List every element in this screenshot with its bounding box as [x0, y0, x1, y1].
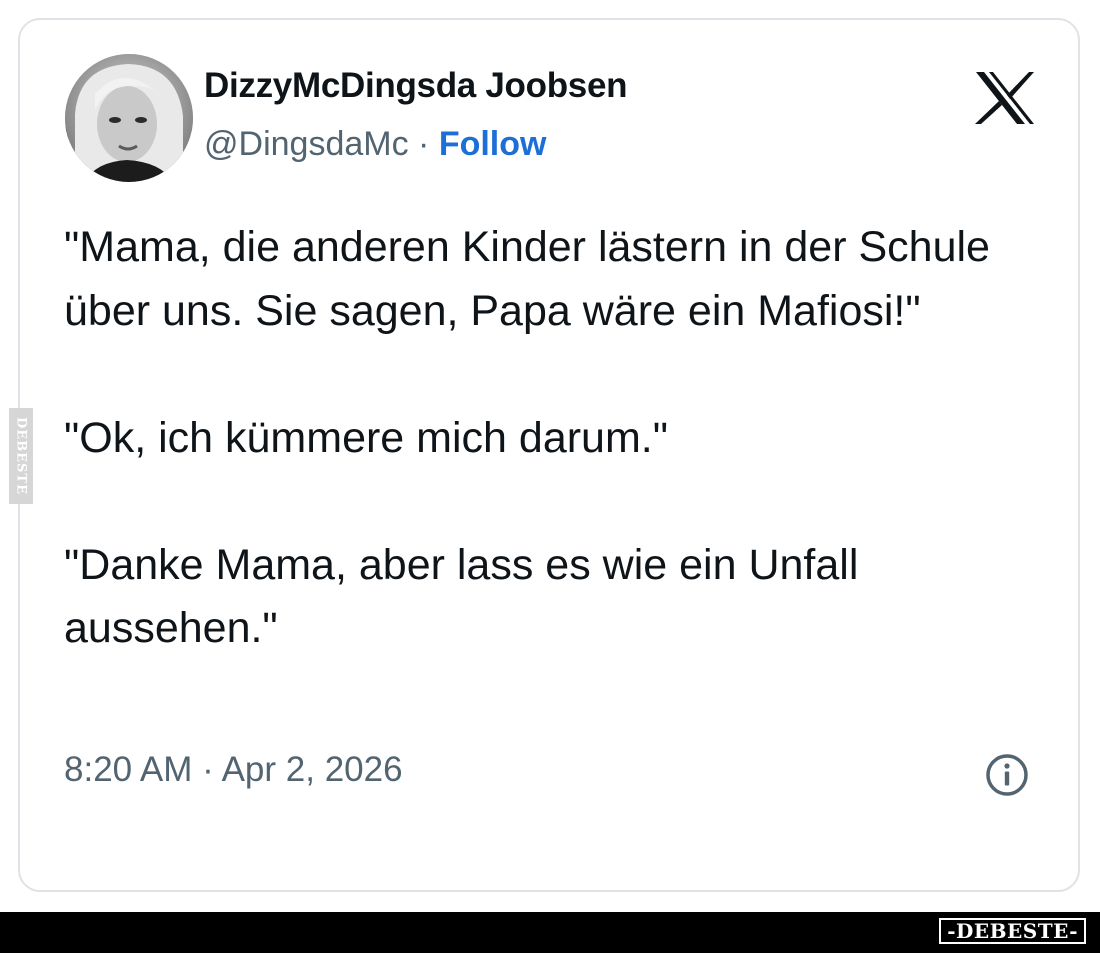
user-handle[interactable]: @DingsdaMc	[204, 125, 409, 163]
tweet-paragraph: "Mama, die anderen Kinder lästern in der…	[64, 223, 990, 335]
tweet-timestamp[interactable]: 8:20 AM · Apr 2, 2026	[64, 750, 403, 790]
x-logo-icon[interactable]	[974, 70, 1036, 126]
avatar-photo	[65, 54, 193, 182]
page: DizzyMcDingsda Joobsen @DingsdaMc · Foll…	[0, 0, 1100, 953]
tweet-card[interactable]: DizzyMcDingsda Joobsen @DingsdaMc · Foll…	[18, 18, 1080, 892]
side-watermark: DEBESTE	[9, 408, 33, 504]
handle-line: @DingsdaMc · Follow	[204, 125, 546, 164]
bottom-bar: -DEBESTE-	[0, 912, 1100, 953]
watermark-logo: -DEBESTE-	[939, 918, 1086, 944]
info-icon[interactable]	[984, 752, 1030, 798]
follow-button[interactable]: Follow	[439, 125, 547, 163]
display-name[interactable]: DizzyMcDingsda Joobsen	[204, 66, 628, 106]
avatar[interactable]	[65, 54, 193, 182]
tweet-paragraph: "Ok, ich kümmere mich darum."	[64, 413, 668, 462]
handle-separator: ·	[408, 125, 439, 163]
tweet-text: "Mama, die anderen Kinder lästern in der…	[64, 216, 1054, 661]
side-watermark-text: DEBESTE	[13, 416, 29, 496]
tweet-paragraph: "Danke Mama, aber lass es wie ein Unfall…	[64, 540, 859, 653]
